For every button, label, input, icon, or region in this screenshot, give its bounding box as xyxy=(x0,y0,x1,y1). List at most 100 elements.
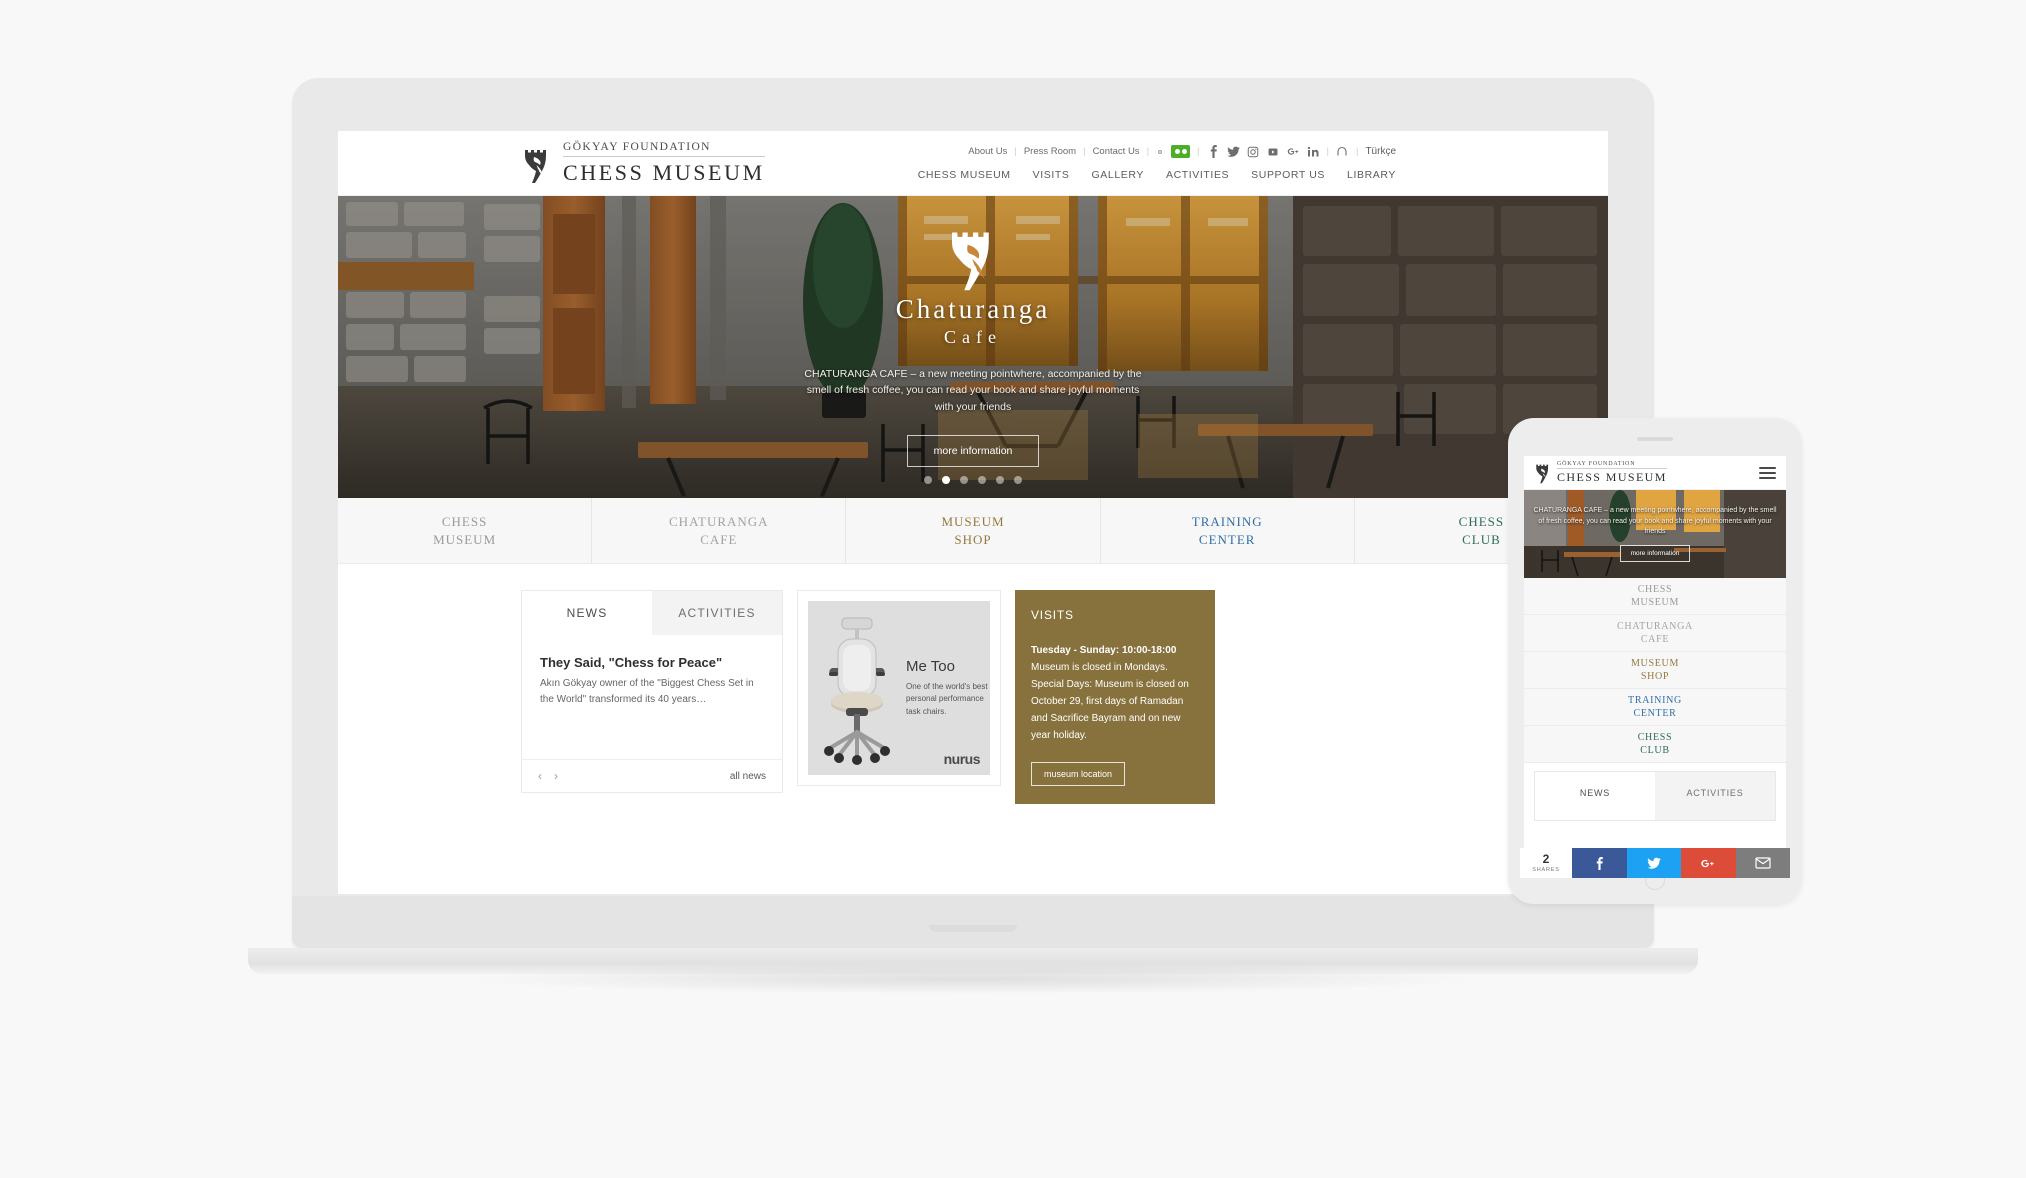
all-news-link[interactable]: all news xyxy=(730,771,766,782)
slider-dot-3[interactable] xyxy=(960,476,968,484)
utility-link-press-room[interactable]: Press Room xyxy=(1024,146,1076,157)
share-count-number: 2 xyxy=(1542,852,1550,866)
news-prev-arrow-icon[interactable]: ‹ xyxy=(538,769,542,783)
slider-dot-6[interactable] xyxy=(1014,476,1022,484)
news-footer: ‹ › all news xyxy=(522,759,782,792)
mobile-category-training-center[interactable]: TRAINING CENTER xyxy=(1524,689,1786,726)
category-training-center[interactable]: TRAINING CENTER xyxy=(1101,498,1355,563)
instagram-icon[interactable] xyxy=(1247,145,1260,158)
visits-panel: VISITS Tuesday - Sunday: 10:00-18:00 Mus… xyxy=(1015,590,1215,804)
category-chess-museum[interactable]: CHESS MUSEUM xyxy=(338,498,593,563)
googleplus-icon[interactable] xyxy=(1287,145,1300,158)
category-label-line1: MUSEUM xyxy=(941,513,1005,529)
nav-item-gallery[interactable]: GALLERY xyxy=(1092,169,1144,181)
utility-link-about-us[interactable]: About Us xyxy=(968,146,1007,157)
pinterest-icon[interactable] xyxy=(1336,145,1349,158)
ad-content: Me Too One of the world's best personal … xyxy=(808,601,990,775)
phone-speaker xyxy=(1637,437,1673,441)
main-nav: CHESS MUSEUM VISITS GALLERY ACTIVITIES S… xyxy=(918,169,1396,181)
phone-screen: GÖKYAY FOUNDATION CHESS MUSEUM CHATURANG… xyxy=(1524,456,1786,868)
office-chair-image xyxy=(824,617,890,765)
utility-nav: About Us | Press Room | Contact Us | | |… xyxy=(968,145,1396,158)
category-museum-shop[interactable]: MUSEUM SHOP xyxy=(846,498,1101,563)
mobile-category-line2: SHOP xyxy=(1640,671,1670,682)
hero-description: CHATURANGA CAFE – a new meeting pointwhe… xyxy=(804,368,1142,413)
mobile-category-line2: CLUB xyxy=(1640,745,1670,756)
content-area: NEWS ACTIVITIES They Said, "Chess for Pe… xyxy=(338,564,1608,844)
mobile-more-information-button[interactable]: more information xyxy=(1619,545,1691,563)
mobile-header: GÖKYAY FOUNDATION CHESS MUSEUM xyxy=(1524,456,1786,490)
news-headline[interactable]: They Said, "Chess for Peace" xyxy=(540,655,764,670)
mobile-category-museum-shop[interactable]: MUSEUM SHOP xyxy=(1524,652,1786,689)
category-label-line1: TRAINING xyxy=(1191,513,1263,529)
category-label-line2: MUSEUM xyxy=(433,531,497,547)
laptop-mockup: GÖKYAY FOUNDATION CHESS MUSEUM About Us … xyxy=(248,78,1698,994)
share-googleplus-button[interactable] xyxy=(1681,848,1736,878)
category-label-line1: CHESS xyxy=(1458,513,1505,529)
visits-title: VISITS xyxy=(1031,608,1074,622)
slider-dot-2[interactable] xyxy=(942,476,950,484)
hero-slider-dots xyxy=(924,476,1022,484)
category-chaturanga-cafe[interactable]: CHATURANGA CAFE xyxy=(592,498,847,563)
slider-dot-1[interactable] xyxy=(924,476,932,484)
share-count: 2 SHARES xyxy=(1520,848,1572,878)
facebook-icon xyxy=(1596,856,1603,870)
tab-activities[interactable]: ACTIVITIES xyxy=(652,591,782,635)
news-next-arrow-icon[interactable]: › xyxy=(554,769,558,783)
category-bar: CHESS MUSEUM CHATURANGA CAFE MUSEUM SHOP… xyxy=(338,498,1608,564)
mobile-category-list: CHESS MUSEUM CHATURANGA CAFE MUSEUM SHOP… xyxy=(1524,578,1786,763)
tripadvisor-icon[interactable] xyxy=(1171,145,1191,158)
nav-item-visits[interactable]: VISITS xyxy=(1033,169,1070,181)
hero-more-information-button[interactable]: more information xyxy=(906,434,1040,467)
twitter-icon[interactable] xyxy=(1226,145,1240,158)
share-twitter-button[interactable] xyxy=(1626,848,1681,878)
mobile-category-chess-museum[interactable]: CHESS MUSEUM xyxy=(1524,578,1786,615)
visits-hours: Tuesday - Sunday: 10:00-18:00 xyxy=(1031,645,1177,656)
mobile-tab-news[interactable]: NEWS xyxy=(1535,772,1655,820)
utility-link-contact-us[interactable]: Contact Us xyxy=(1093,146,1140,157)
mobile-category-chaturanga-cafe[interactable]: CHATURANGA CAFE xyxy=(1524,615,1786,652)
hero-slider: Chaturanga Cafe CHATURANGA CAFE – a new … xyxy=(338,196,1608,498)
nav-separator: | xyxy=(1355,146,1359,157)
nav-item-library[interactable]: LIBRARY xyxy=(1347,169,1396,181)
hero-title: Chaturanga xyxy=(895,294,1051,324)
advertisement-panel[interactable]: Me Too One of the world's best personal … xyxy=(797,590,1001,786)
nav-item-activities[interactable]: ACTIVITIES xyxy=(1166,169,1229,181)
mobile-hero-description: CHATURANGA CAFE – a new meeting pointwhe… xyxy=(1533,506,1777,536)
museum-location-button[interactable]: museum location xyxy=(1031,762,1126,786)
mobile-category-chess-club[interactable]: CHESS CLUB xyxy=(1524,726,1786,763)
hero-subtitle: Cafe xyxy=(944,327,1002,347)
language-switcher[interactable]: Türkçe xyxy=(1365,146,1396,157)
nav-separator: | xyxy=(1014,146,1017,157)
search-icon[interactable] xyxy=(1158,149,1163,154)
nav-separator: | xyxy=(1146,146,1150,157)
category-label-line2: CAFE xyxy=(700,531,738,547)
nav-item-support-us[interactable]: SUPPORT US xyxy=(1251,169,1325,181)
ad-subtext: One of the world's best personal perform… xyxy=(906,681,988,716)
nav-item-chess-museum[interactable]: CHESS MUSEUM xyxy=(918,169,1011,181)
share-count-label: SHARES xyxy=(1532,867,1560,873)
nav-separator: | xyxy=(1197,146,1200,157)
facebook-icon[interactable] xyxy=(1207,145,1220,158)
social-share-bar: 2 SHARES xyxy=(1520,848,1790,878)
share-facebook-button[interactable] xyxy=(1572,848,1627,878)
slider-dot-5[interactable] xyxy=(996,476,1004,484)
mobile-category-line2: MUSEUM xyxy=(1630,597,1680,608)
screenshot-stage: GÖKYAY FOUNDATION CHESS MUSEUM About Us … xyxy=(0,0,2026,1178)
tab-news[interactable]: NEWS xyxy=(522,591,652,635)
chaturanga-knight-icon xyxy=(952,232,989,291)
hero-content: Chaturanga Cafe CHATURANGA CAFE – a new … xyxy=(338,196,1608,498)
share-email-button[interactable] xyxy=(1735,848,1790,878)
youtube-icon[interactable] xyxy=(1267,145,1280,158)
mobile-news-panel: NEWS ACTIVITIES xyxy=(1534,771,1776,821)
hamburger-menu-icon[interactable] xyxy=(1759,466,1776,479)
site-logo[interactable]: GÖKYAY FOUNDATION CHESS MUSEUM xyxy=(521,141,765,186)
mobile-tab-activities[interactable]: ACTIVITIES xyxy=(1655,772,1775,820)
logo-museum-text: CHESS MUSEUM xyxy=(563,159,765,185)
nav-separator: | xyxy=(1083,146,1086,157)
slider-dot-4[interactable] xyxy=(978,476,986,484)
mobile-category-line1: CHESS xyxy=(1637,732,1673,743)
linkedin-icon[interactable] xyxy=(1307,145,1320,158)
news-pagination: ‹ › xyxy=(538,769,558,783)
phone-mockup: GÖKYAY FOUNDATION CHESS MUSEUM CHATURANG… xyxy=(1508,418,1802,904)
